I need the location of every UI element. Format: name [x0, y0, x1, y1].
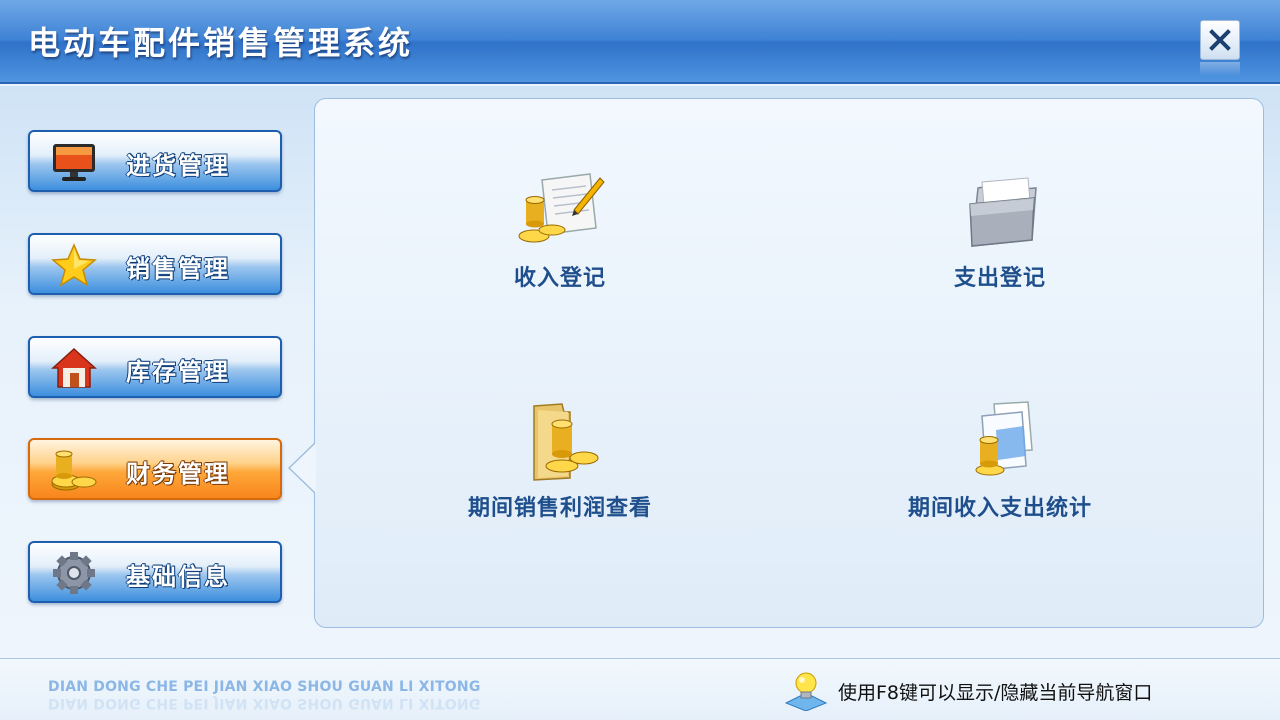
- sidebar-item-sales[interactable]: 销售管理: [28, 233, 282, 295]
- period-profit-view-button[interactable]: 期间销售利润查看: [440, 400, 680, 522]
- sidebar-item-label: 库存管理: [126, 358, 230, 386]
- content-panel: [314, 98, 1264, 628]
- function-label: 支出登记: [953, 266, 1046, 291]
- sidebar-item-label: 财务管理: [126, 460, 230, 488]
- profit-folder-icon: [533, 403, 599, 481]
- gear-icon: [53, 552, 95, 594]
- income-register-button[interactable]: 收入登记: [478, 170, 642, 292]
- title-bar: 电动车配件销售管理系统: [0, 0, 1280, 84]
- footer-slogan: DIAN DONG CHE PEI JIAN XIAO SHOU GUAN LI…: [48, 679, 481, 695]
- close-icon: [1209, 29, 1231, 51]
- period-income-expense-stats-button[interactable]: 期间收入支出统计: [880, 400, 1120, 522]
- income-document-icon: [518, 173, 605, 243]
- panel-pointer-fill: [290, 443, 316, 493]
- sidebar-item-label: 进货管理: [126, 152, 230, 180]
- monitor-icon: [53, 144, 95, 181]
- footer-slogan-reflection: DIAN DONG CHE PEI JIAN XIAO SHOU GUAN LI…: [48, 695, 481, 711]
- sidebar-item-basic-info[interactable]: 基础信息: [28, 541, 282, 603]
- coins-icon: [51, 450, 97, 491]
- function-label: 收入登记: [513, 266, 606, 291]
- sidebar-item-purchase[interactable]: 进货管理: [28, 130, 282, 192]
- close-button-reflection: [1200, 62, 1240, 76]
- sidebar-item-inventory[interactable]: 库存管理: [28, 336, 282, 398]
- navigation-hint-text: 使用F8键可以显示/隐藏当前导航窗口: [838, 681, 1153, 704]
- function-label: 期间收入支出统计: [907, 496, 1092, 521]
- status-bar: DIAN DONG CHE PEI JIAN XIAO SHOU GUAN LI…: [0, 658, 1280, 720]
- close-button[interactable]: [1200, 20, 1240, 60]
- sidebar-item-finance[interactable]: 财务管理: [28, 438, 282, 500]
- home-icon: [51, 347, 97, 388]
- star-icon: [51, 243, 97, 287]
- sidebar-item-label: 基础信息: [126, 563, 230, 591]
- statistics-document-icon: [975, 401, 1033, 476]
- expense-register-button[interactable]: 支出登记: [918, 170, 1082, 292]
- lightbulb-icon: [784, 672, 828, 711]
- sidebar-item-label: 销售管理: [126, 255, 230, 283]
- function-label: 期间销售利润查看: [467, 496, 652, 521]
- navigation-hint: 使用F8键可以显示/隐藏当前导航窗口: [782, 672, 1153, 711]
- expense-folder-icon: [969, 177, 1037, 247]
- app-title: 电动车配件销售管理系统: [28, 24, 414, 62]
